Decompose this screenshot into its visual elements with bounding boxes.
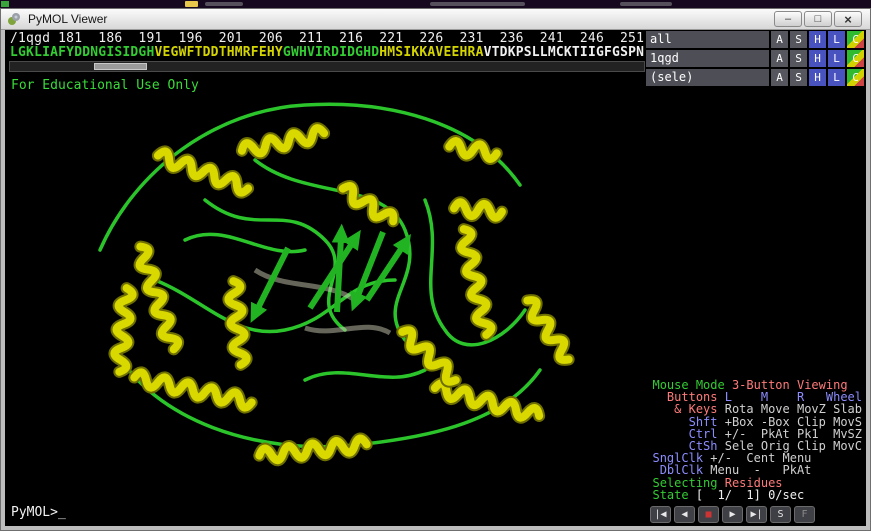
maximize-button[interactable]: □ <box>804 11 832 27</box>
object-name-button[interactable]: all <box>646 31 769 48</box>
object-menu-button-C[interactable]: C <box>847 50 864 67</box>
object-menu-button-A[interactable]: A <box>771 31 788 48</box>
fullscreen-button[interactable]: F <box>794 506 815 523</box>
command-line-input[interactable]: PyMOL>_ <box>11 505 66 520</box>
object-row: 1qgd A S H L C <box>646 50 864 67</box>
right-panel: all A S H L C 1qgd A S H L C (sele) A S H L C Mouse Mode … <box>644 31 866 526</box>
object-menu-button-L[interactable]: L <box>828 69 845 86</box>
object-menu-button-S[interactable]: S <box>790 50 807 67</box>
play-button[interactable]: ▶ <box>722 506 743 523</box>
object-menu-button-H[interactable]: H <box>809 31 826 48</box>
close-button[interactable]: × <box>834 11 862 27</box>
background-app-icon <box>1 1 9 7</box>
folder-icon <box>185 1 198 7</box>
sequence-ruler: /1qgd 181 186 191 196 201 206 211 216 22… <box>10 31 645 46</box>
object-menu-button-A[interactable]: A <box>771 69 788 86</box>
mouse-panel-text: [ 1/ 1] 0/sec <box>695 487 805 502</box>
maximize-icon: □ <box>814 12 822 25</box>
go-to-end-button[interactable]: ▶| <box>746 506 767 523</box>
background-text-blur <box>430 2 525 6</box>
vcr-controls: |◀ ◀ ■ ▶ ▶| S F <box>650 506 815 523</box>
sequence-segment[interactable]: VTDKPSLLMCKTIIGFGSPN <box>484 45 645 60</box>
object-row: (sele) A S H L C <box>646 69 864 86</box>
opengl-canvas[interactable]: /1qgd 181 186 191 196 201 206 211 216 22… <box>5 30 866 526</box>
object-row: all A S H L C <box>646 31 864 48</box>
sequence-segment[interactable]: LGKLIAFYDDNGISIDGH <box>10 45 154 60</box>
object-name-button[interactable]: (sele) <box>646 69 769 86</box>
minimize-button[interactable]: – <box>774 11 802 27</box>
sequence-segment[interactable]: GWHVIRDIDGHD <box>283 45 379 60</box>
mouse-panel: Mouse Mode 3-Button Viewing Buttons L M … <box>652 379 862 501</box>
sequence-segment[interactable]: HMSIKKAVEEHRA <box>379 45 483 60</box>
object-menu-button-C[interactable]: C <box>847 31 864 48</box>
object-menu-button-S[interactable]: S <box>790 31 807 48</box>
step-back-button[interactable]: ◀ <box>674 506 695 523</box>
viewport-canvas[interactable] <box>5 88 644 524</box>
sequence-scrollbar-thumb[interactable] <box>93 63 147 70</box>
pymol-window: PyMOL Viewer – □ × /1qgd 181 186 191 196… <box>0 8 871 531</box>
object-menu-button-H[interactable]: H <box>809 69 826 86</box>
sequence-scrollbar[interactable] <box>9 61 645 72</box>
window-title: PyMOL Viewer <box>28 12 108 26</box>
command-prompt: PyMOL> <box>11 505 58 520</box>
object-menu-button-L[interactable]: L <box>828 31 845 48</box>
mouse-panel-text: State <box>652 487 696 502</box>
sequence-segment[interactable]: THMRFEHY <box>219 45 283 60</box>
pymol-icon <box>8 13 20 25</box>
sequence-toggle-button[interactable]: S <box>770 506 791 523</box>
background-text-blur <box>205 2 243 6</box>
minimize-icon: – <box>784 12 792 25</box>
window-controls: – □ × <box>774 11 862 27</box>
close-icon: × <box>844 11 852 27</box>
title-bar[interactable]: PyMOL Viewer – □ × <box>1 9 870 30</box>
object-name-button[interactable]: 1qgd <box>646 50 769 67</box>
screen: PyMOL Viewer – □ × /1qgd 181 186 191 196… <box>0 0 871 531</box>
background-text-blur <box>620 2 672 6</box>
mouse-panel-line[interactable]: State [ 1/ 1] 0/sec <box>652 489 862 501</box>
object-menu-button-A[interactable]: A <box>771 50 788 67</box>
object-menu-button-S[interactable]: S <box>790 69 807 86</box>
stop-button[interactable]: ■ <box>698 506 719 523</box>
sequence-letters: LGKLIAFYDDNGISIDGHVEGWFTDDTHMRFEHYGWHVIR… <box>10 45 644 60</box>
background-taskbar-strip <box>0 0 871 8</box>
object-panel: all A S H L C 1qgd A S H L C (sele) A S H L C <box>644 31 866 86</box>
object-menu-button-L[interactable]: L <box>828 50 845 67</box>
command-cursor: _ <box>57 505 66 520</box>
go-to-start-button[interactable]: |◀ <box>650 506 671 523</box>
object-menu-button-H[interactable]: H <box>809 50 826 67</box>
protein-structure <box>98 102 575 467</box>
sequence-segment[interactable]: VEGWFTDD <box>154 45 218 60</box>
object-menu-button-C[interactable]: C <box>847 69 864 86</box>
